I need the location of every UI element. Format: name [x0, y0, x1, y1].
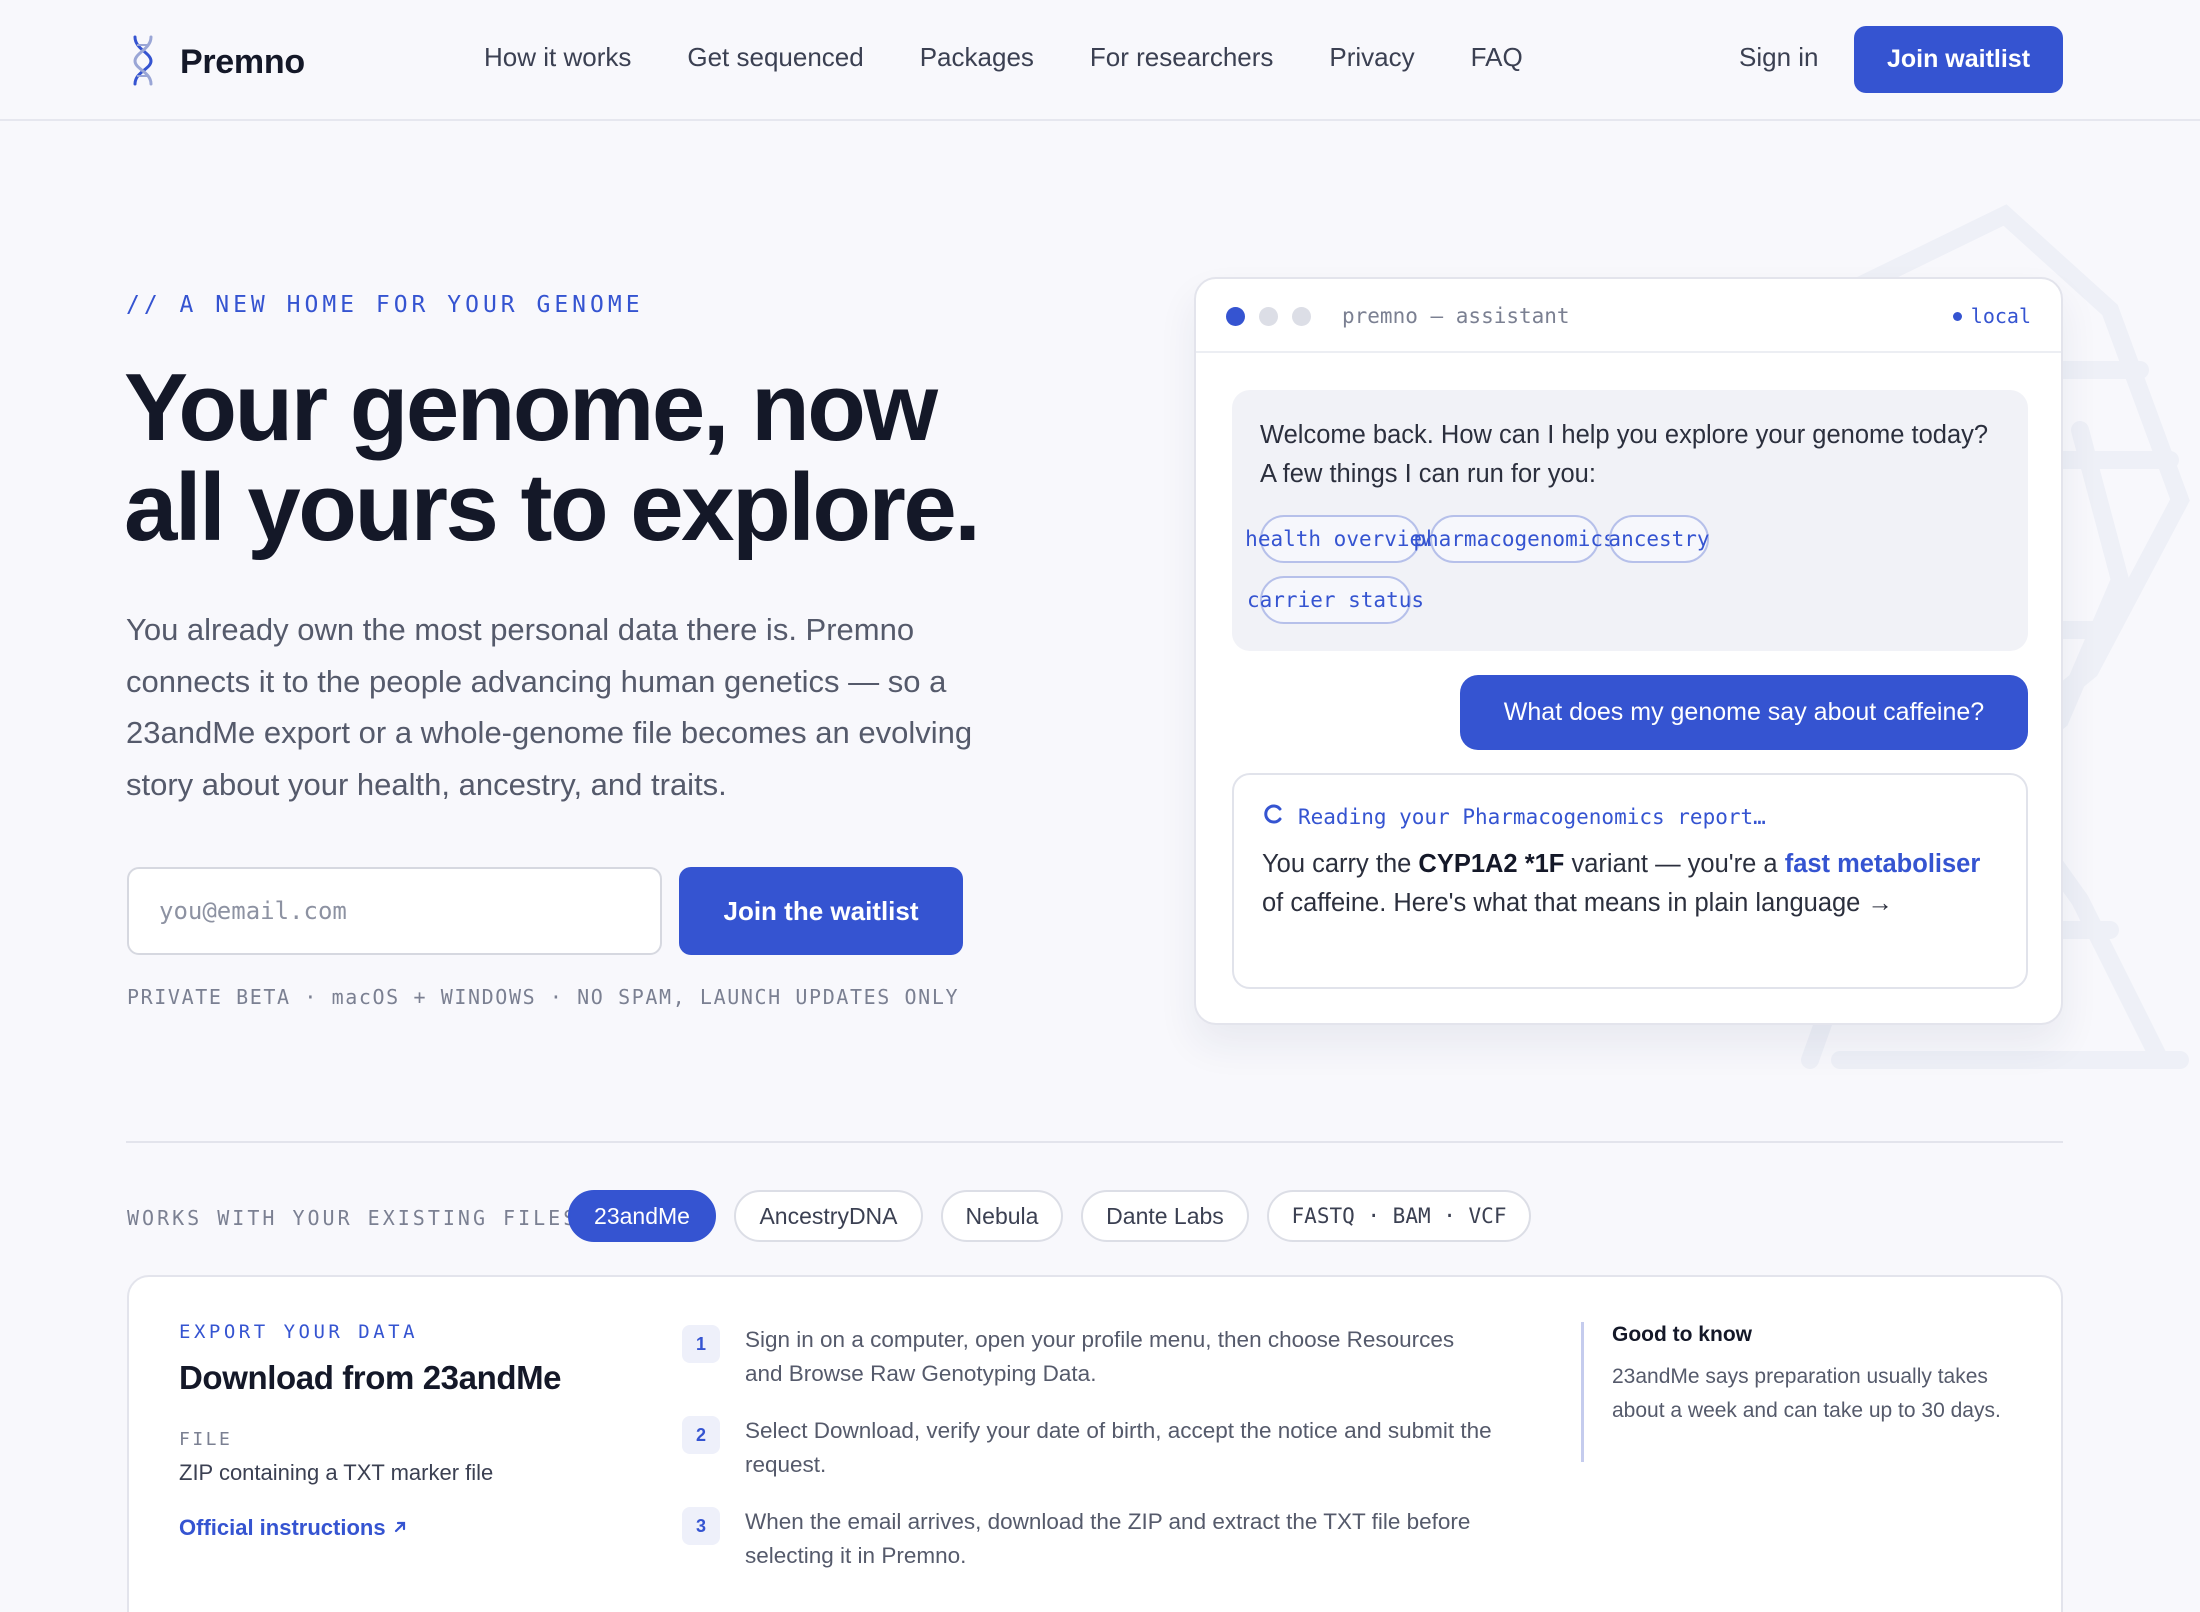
metaboliser-highlight: fast metaboliser — [1784, 850, 1981, 878]
step-text: Sign in on a computer, open your profile… — [745, 1327, 1455, 1386]
file-label: FILE — [179, 1429, 233, 1450]
reading-status: Reading your Pharmacogenomics report… — [1262, 803, 1766, 830]
reply-text-part: You carry the — [1262, 850, 1419, 878]
reply-text-part: of caffeine. Here's what that means in p… — [1262, 889, 1893, 917]
card-title-bar: premno — assistant local — [1196, 279, 2061, 353]
works-with-label: WORKS WITH YOUR EXISTING FILES — [127, 1206, 579, 1230]
chip-pharmacogenomics[interactable]: pharmacogenomics — [1413, 515, 1616, 563]
step-number: 2 — [682, 1416, 720, 1454]
join-waitlist-button[interactable]: Join waitlist — [1854, 26, 2063, 93]
window-dot-icon — [1292, 307, 1311, 326]
hero-eyebrow: // A NEW HOME FOR YOUR GENOME — [126, 292, 644, 318]
local-status-badge: local — [1952, 304, 2031, 328]
chip-carrier-status[interactable]: carrier status — [1247, 576, 1424, 624]
source-tab-23andme[interactable]: 23andMe — [568, 1190, 716, 1242]
hero-description: You already own the most personal data t… — [126, 612, 973, 802]
window-dot-icon — [1226, 307, 1245, 326]
nav-link-faq[interactable]: FAQ — [1471, 42, 1523, 73]
dna-helix-icon — [126, 34, 160, 91]
export-eyebrow: EXPORT YOUR DATA — [179, 1321, 419, 1343]
join-the-waitlist-button[interactable]: Join the waitlist — [679, 867, 963, 955]
headline-line-2: all yours to explore. — [124, 454, 981, 561]
file-value: ZIP containing a TXT marker file — [179, 1460, 494, 1485]
section-divider — [126, 1141, 2063, 1143]
chip-ancestry[interactable]: ancestry — [1608, 515, 1710, 563]
external-link-icon — [392, 1515, 408, 1541]
status-dot-icon — [1952, 311, 1962, 321]
export-title: Download from 23andMe — [179, 1359, 562, 1396]
assistant-reply: Reading your Pharmacogenomics report… Yo… — [1232, 773, 2028, 989]
good-to-know-title: Good to know — [1612, 1323, 1752, 1346]
assistant-preview-card: premno — assistant local Welcome back. H… — [1194, 277, 2063, 1025]
top-nav: Premno How it works Get sequenced Packag… — [0, 0, 2200, 121]
brand-logo[interactable]: Premno — [126, 34, 305, 91]
good-to-know-accent-bar — [1581, 1322, 1584, 1462]
headline-line-1: Your genome, now — [124, 354, 938, 461]
reply-text-part: variant — you're a — [1564, 850, 1785, 878]
source-tab-dante-labs[interactable]: Dante Labs — [1081, 1190, 1249, 1242]
loading-spinner-icon — [1262, 803, 1284, 830]
assistant-window-title: premno — assistant — [1342, 304, 1570, 328]
step-number: 3 — [682, 1507, 720, 1545]
step-text: When the email arrives, download the ZIP… — [745, 1509, 1471, 1568]
nav-links: How it works Get sequenced Packages For … — [484, 42, 1523, 73]
nav-link-how-it-works[interactable]: How it works — [484, 42, 631, 73]
local-status-label: local — [1970, 304, 2031, 328]
hero-fineprint: PRIVATE BETA · macOS + WINDOWS · NO SPAM… — [127, 985, 960, 1009]
window-dot-icon — [1259, 307, 1278, 326]
source-tab-file-formats[interactable]: FASTQ · BAM · VCF — [1267, 1190, 1531, 1242]
sign-in-link[interactable]: Sign in — [1739, 42, 1819, 73]
welcome-text: Welcome back. How can I help you explore… — [1260, 421, 1989, 488]
source-tab-nebula[interactable]: Nebula — [941, 1190, 1063, 1242]
source-tab-ancestrydna[interactable]: AncestryDNA — [734, 1190, 923, 1242]
nav-link-for-researchers[interactable]: For researchers — [1090, 42, 1274, 73]
email-input[interactable] — [127, 867, 662, 955]
chip-health-overview[interactable]: health overview — [1245, 515, 1435, 563]
nav-link-get-sequenced[interactable]: Get sequenced — [687, 42, 863, 73]
step-text: Select Download, verify your date of bir… — [745, 1418, 1492, 1477]
assistant-welcome-message: Welcome back. How can I help you explore… — [1232, 390, 2028, 651]
step-number: 1 — [682, 1325, 720, 1363]
brand-name: Premno — [180, 43, 305, 81]
variant-name: CYP1A2 *1F — [1418, 850, 1565, 878]
official-instructions-link[interactable]: Official instructions — [179, 1515, 408, 1541]
official-instructions-label: Official instructions — [179, 1515, 386, 1540]
reading-status-text: Reading your Pharmacogenomics report… — [1298, 804, 1766, 829]
export-instructions-panel: EXPORT YOUR DATA Download from 23andMe F… — [127, 1275, 2063, 1612]
nav-link-packages[interactable]: Packages — [920, 42, 1034, 73]
hero-headline: Your genome, now all yours to explore. — [124, 358, 1104, 558]
user-message: What does my genome say about caffeine? — [1460, 675, 2028, 750]
nav-link-privacy[interactable]: Privacy — [1329, 42, 1414, 73]
good-to-know-text: 23andMe says preparation usually takes a… — [1612, 1365, 2001, 1422]
reply-text: You carry the CYP1A2 *1F variant — you'r… — [1262, 845, 2002, 923]
